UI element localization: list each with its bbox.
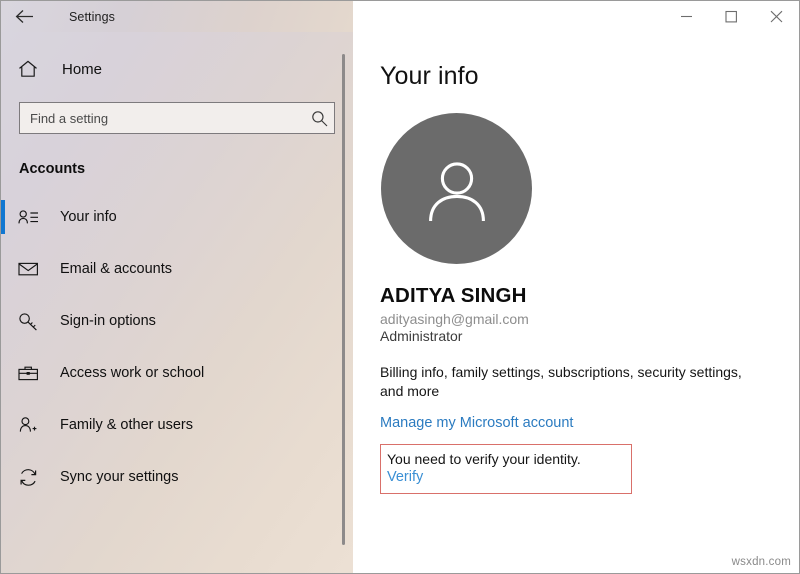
sidebar-item-label: Sign-in options <box>60 313 156 329</box>
selection-accent-bar <box>1 200 5 234</box>
sidebar-nav: Your info Email & accounts Sign-in optio… <box>1 191 353 503</box>
sidebar-item-label: Family & other users <box>60 417 193 433</box>
sidebar: Home Accounts <box>1 32 353 573</box>
sidebar-item-family-other-users[interactable]: Family & other users <box>1 399 353 451</box>
person-avatar-icon <box>419 151 495 227</box>
back-arrow-icon <box>15 9 34 24</box>
back-button[interactable] <box>1 1 47 32</box>
verify-identity-message: You need to verify your identity. <box>387 450 581 467</box>
sidebar-scrollbar-thumb[interactable] <box>342 54 345 545</box>
window-title: Settings <box>69 9 115 24</box>
user-email: adityasingh@gmail.com <box>380 311 529 327</box>
page-title: Your info <box>380 62 479 90</box>
sidebar-item-label: Your info <box>60 209 117 225</box>
sidebar-item-home[interactable]: Home <box>1 49 353 89</box>
section-title: Accounts <box>19 161 86 177</box>
settings-window: Settings Home Find a setting Accounts Yo… <box>0 0 800 574</box>
user-role: Administrator <box>380 328 463 344</box>
user-add-icon <box>18 416 44 434</box>
search-box[interactable] <box>19 102 335 134</box>
sidebar-item-your-info[interactable]: Your info <box>1 191 353 243</box>
envelope-icon <box>18 261 44 277</box>
sidebar-item-label: Access work or school <box>60 365 205 381</box>
search-icon[interactable] <box>304 110 334 127</box>
maximize-button[interactable] <box>709 1 754 32</box>
sidebar-item-sign-in-options[interactable]: Sign-in options <box>1 295 353 347</box>
watermark: wsxdn.com <box>731 556 791 568</box>
home-label: Home <box>62 60 103 78</box>
maximize-icon <box>725 10 738 23</box>
verify-identity-box: You need to verify your identity. Verify <box>380 443 632 494</box>
window-body: Home Accounts <box>1 32 799 573</box>
key-icon <box>18 312 44 331</box>
verify-link[interactable]: Verify <box>387 469 423 485</box>
briefcase-icon <box>18 365 44 382</box>
sidebar-item-label: Email & accounts <box>60 261 173 277</box>
sidebar-item-label: Sync your settings <box>60 469 179 485</box>
minimize-button[interactable] <box>664 1 709 32</box>
billing-description: Billing info, family settings, subscript… <box>380 364 742 400</box>
title-bar-left: Settings <box>1 1 353 32</box>
manage-microsoft-account-link[interactable]: Manage my Microsoft account <box>380 415 573 431</box>
avatar[interactable] <box>381 113 532 264</box>
sidebar-item-email-accounts[interactable]: Email & accounts <box>1 243 353 295</box>
close-button[interactable] <box>754 1 799 32</box>
search-input[interactable] <box>20 103 304 133</box>
title-bar: Settings <box>1 1 799 32</box>
window-controls <box>353 1 799 32</box>
sidebar-scrollbar[interactable] <box>338 54 348 545</box>
user-card-icon <box>18 209 44 226</box>
sidebar-item-sync-your-settings[interactable]: Sync your settings <box>1 451 353 503</box>
close-icon <box>770 10 783 23</box>
minimize-icon <box>680 11 693 22</box>
home-icon <box>18 60 48 78</box>
user-name: ADITYA SINGH <box>380 284 527 307</box>
main-content: Your info ADITYA SINGH adityasingh@gmail… <box>353 32 799 573</box>
sync-icon <box>18 468 44 487</box>
sidebar-item-access-work-school[interactable]: Access work or school <box>1 347 353 399</box>
